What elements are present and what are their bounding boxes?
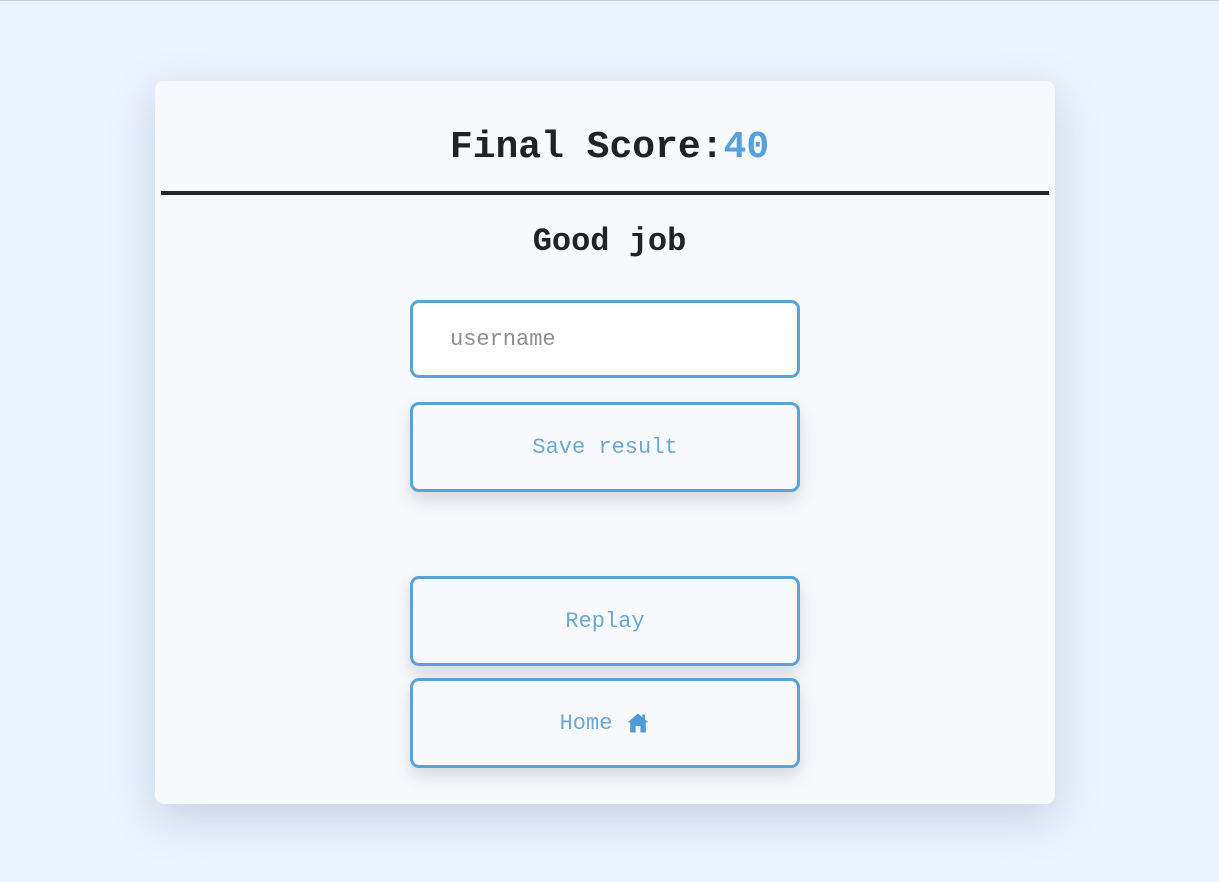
replay-label: Replay: [565, 608, 645, 634]
result-message: Good job: [532, 223, 687, 260]
save-result-button[interactable]: Save result: [410, 402, 800, 492]
heading-divider: [161, 191, 1049, 195]
final-score-label: Final Score:: [449, 126, 724, 169]
replay-button[interactable]: Replay: [410, 576, 800, 666]
final-score-heading: Final Score:40: [0, 124, 1219, 172]
home-icon: [626, 711, 650, 735]
home-button[interactable]: Home: [410, 678, 800, 768]
final-score-value: 40: [723, 126, 770, 169]
window-top-border: [0, 0, 1219, 1]
home-label: Home: [559, 710, 613, 736]
save-result-label: Save result: [532, 434, 678, 460]
username-input[interactable]: [410, 300, 800, 378]
